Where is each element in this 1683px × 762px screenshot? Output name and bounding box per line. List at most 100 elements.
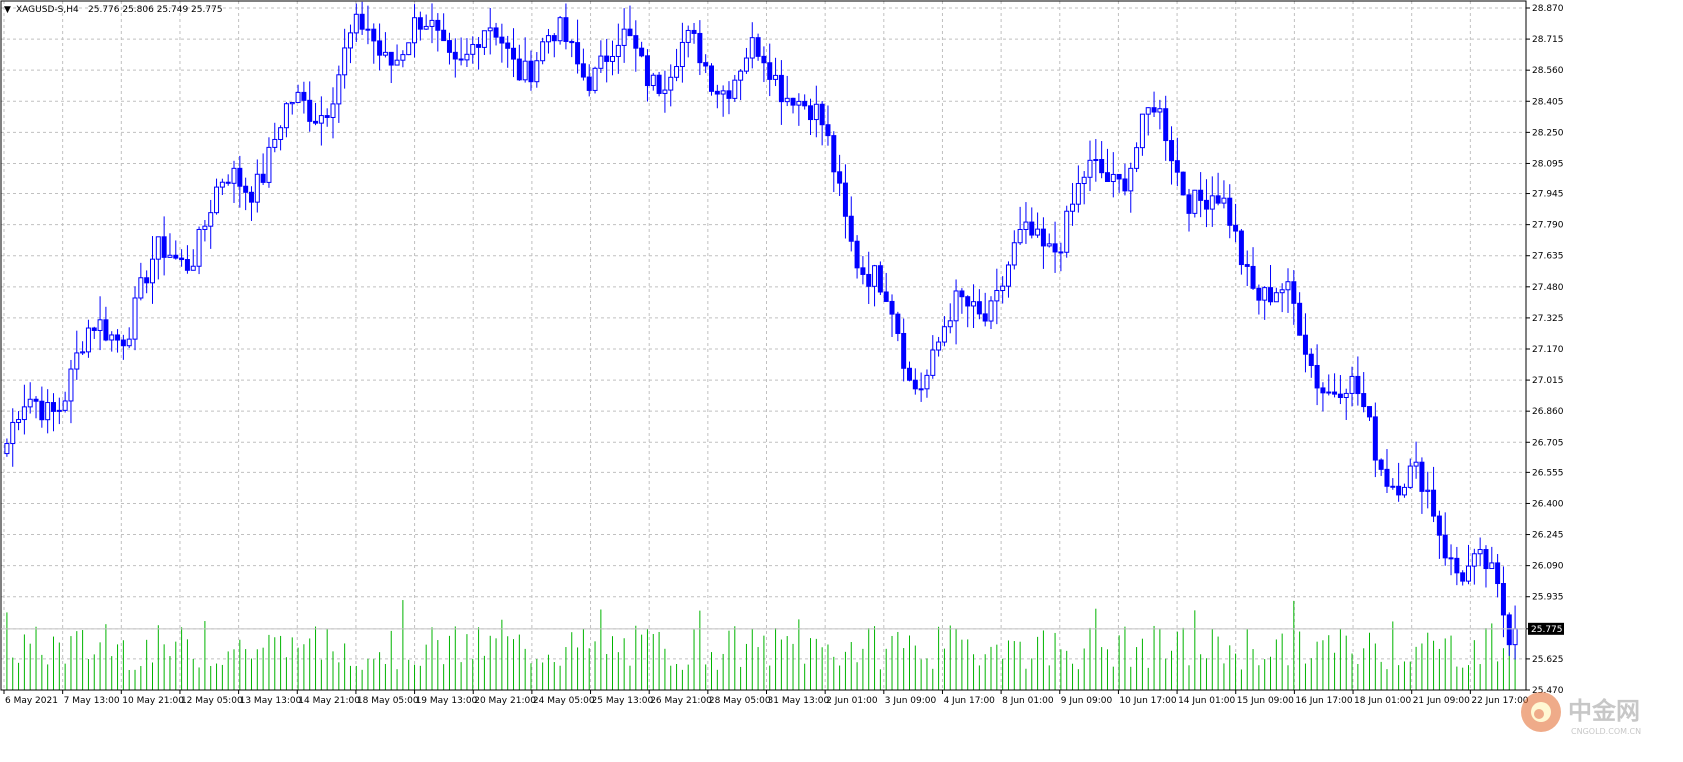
bear-candle-body: [778, 74, 784, 103]
candle: [1192, 189, 1198, 218]
candle: [1477, 537, 1483, 567]
price-chart[interactable]: 28.870 28.715 28.560 28.405 28.250 28.095 27.9…: [0, 0, 1683, 762]
bear-candle-body: [656, 74, 662, 94]
candle: [1198, 172, 1204, 218]
candle: [429, 3, 435, 44]
candle: [179, 249, 185, 267]
candle: [295, 84, 301, 104]
candle: [1291, 270, 1297, 325]
x-tick-label: 10 May 21:00: [122, 696, 184, 706]
candle: [854, 235, 860, 279]
bull-candle-body: [668, 76, 674, 91]
candle: [1075, 165, 1081, 213]
candle: [1419, 457, 1425, 514]
y-tick-label: 28.095: [1532, 159, 1564, 169]
candle: [260, 153, 266, 185]
bull-candle-body: [481, 30, 487, 48]
candle: [1361, 372, 1367, 413]
bull-candle-body: [1477, 549, 1483, 555]
candle: [324, 108, 330, 127]
x-tick-label: 13 May 13:00: [240, 696, 302, 706]
candle: [580, 48, 586, 81]
bull-candle-body: [347, 32, 353, 49]
candle: [80, 341, 86, 356]
bear-candle-body: [569, 40, 575, 44]
candle: [889, 294, 895, 337]
candle: [755, 33, 761, 61]
candle: [883, 272, 889, 303]
chart-window[interactable]: 28.870 28.715 28.560 28.405 28.250 28.095 27.9…: [0, 0, 1683, 762]
bear-candle-body: [1099, 159, 1105, 174]
bull-candle-body: [1070, 203, 1076, 212]
bear-candle-body: [586, 76, 592, 91]
candle: [1425, 471, 1431, 509]
candle: [598, 40, 604, 73]
candle: [412, 4, 418, 58]
bull-candle-body: [598, 55, 604, 69]
candle: [1099, 141, 1105, 179]
candle: [208, 199, 214, 249]
candle: [1011, 230, 1017, 270]
candle: [21, 384, 27, 435]
bear-candle-body: [627, 28, 633, 37]
candle: [1151, 91, 1157, 118]
bull-candle-body: [4, 443, 10, 455]
bear-candle-body: [1454, 557, 1460, 574]
bear-candle-body: [831, 135, 837, 173]
candle: [1203, 179, 1209, 228]
x-tick-label: 31 May 13:00: [768, 696, 830, 706]
bull-candle-body: [283, 103, 289, 129]
bull-candle-body: [1466, 565, 1472, 582]
candle: [639, 41, 645, 58]
x-tick-label: 20 May 21:00: [474, 696, 536, 706]
bear-candle-body: [1169, 140, 1175, 162]
bear-candle-body: [575, 42, 581, 65]
bear-candle-body: [1419, 461, 1425, 492]
candle: [45, 389, 51, 434]
candle: [1093, 139, 1099, 182]
candle: [569, 39, 575, 58]
bear-candle-body: [505, 42, 511, 49]
candle: [662, 70, 668, 113]
bear-candle-body: [388, 51, 394, 66]
bear-candle-body: [446, 40, 452, 53]
bear-candle-body: [417, 17, 423, 30]
y-tick-label: 27.170: [1532, 345, 1564, 355]
bear-candle-body: [848, 215, 854, 242]
bear-candle-body: [703, 62, 709, 67]
bull-candle-body: [1512, 628, 1518, 646]
bear-candle-body: [511, 47, 517, 60]
candle: [27, 382, 33, 414]
candle: [540, 37, 546, 65]
bear-candle-body: [633, 35, 639, 49]
bear-candle-body: [179, 257, 185, 261]
candle: [1000, 276, 1006, 304]
bull-candle-body: [784, 97, 790, 103]
candle: [214, 178, 220, 215]
bear-candle-body: [161, 236, 167, 258]
candle: [1355, 356, 1361, 406]
candle: [1390, 478, 1396, 490]
bull-candle-body: [429, 19, 435, 27]
candle: [1337, 375, 1343, 405]
bear-candle-body: [1332, 391, 1338, 395]
bear-candle-body: [1040, 228, 1046, 247]
bull-candle-body: [394, 59, 400, 66]
candle: [988, 296, 994, 330]
bull-candle-body: [749, 37, 755, 59]
candle: [784, 75, 790, 107]
bear-candle-body: [1308, 353, 1314, 366]
candle: [353, 3, 359, 43]
candle: [371, 23, 377, 64]
candle: [1157, 99, 1163, 130]
bear-candle-body: [1448, 557, 1454, 560]
bull-candle-body: [487, 27, 493, 32]
candle: [470, 36, 476, 64]
candle: [528, 50, 534, 91]
bear-candle-body: [313, 120, 319, 124]
bear-candle-body: [1495, 562, 1501, 585]
candle: [39, 386, 45, 428]
candle: [16, 411, 22, 431]
bear-candle-body: [976, 301, 982, 315]
bear-candle-body: [1390, 485, 1396, 488]
